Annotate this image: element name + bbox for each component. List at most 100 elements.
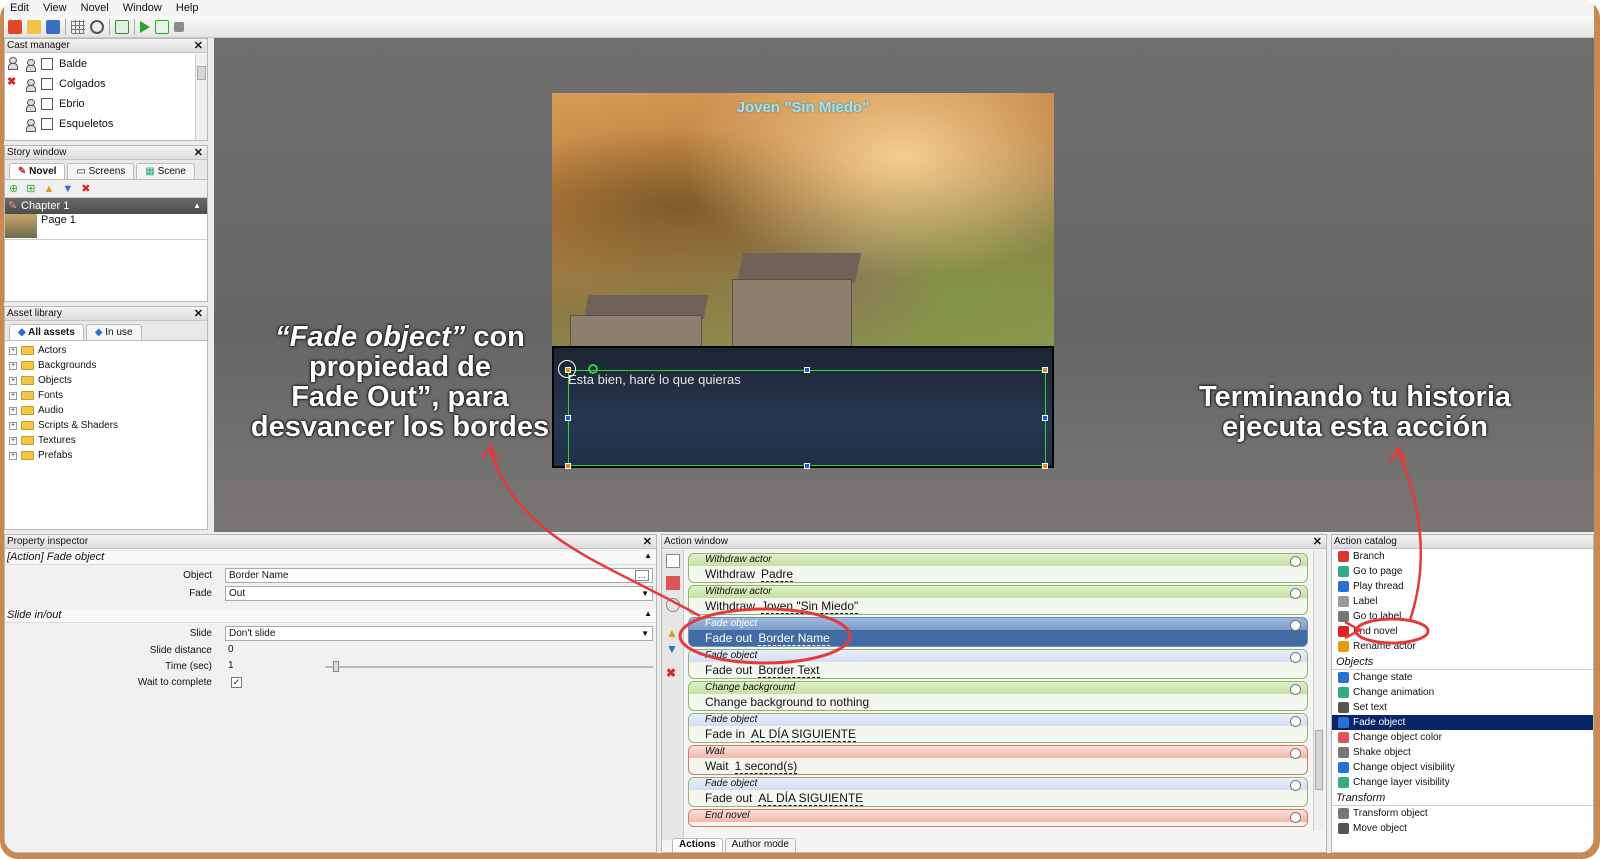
move-down-icon[interactable]: ▼ (666, 642, 680, 656)
action-target[interactable]: 1 second(s) (734, 759, 798, 774)
page-icon[interactable] (115, 19, 129, 34)
action-item[interactable]: Fade object Fade out AL DÍA SIGUIENTE (688, 777, 1308, 807)
catalog-item[interactable]: Label (1332, 594, 1593, 609)
object-field[interactable]: Border Name… (225, 568, 653, 583)
grid-icon[interactable] (71, 19, 85, 34)
close-icon[interactable]: ✕ (1313, 535, 1322, 549)
clock-icon[interactable] (1290, 652, 1301, 663)
catalog-item[interactable]: Set text (1332, 700, 1593, 715)
expand-icon[interactable]: + (9, 391, 17, 400)
chevron-down-icon[interactable]: ▼ (641, 627, 649, 640)
scene-view[interactable]: Joven "Sin Miedo" Esta bien, haré lo que… (214, 38, 1594, 532)
time-input[interactable]: 1 (225, 659, 315, 674)
tab-scene[interactable]: ▦ Scene (136, 163, 195, 179)
checkbox[interactable] (41, 98, 53, 110)
expand-icon[interactable]: + (9, 376, 17, 385)
remove-icon[interactable] (666, 576, 680, 590)
action-item[interactable]: Change background Change background to no… (688, 681, 1308, 711)
clock-icon[interactable] (1290, 556, 1301, 567)
slide-distance-input[interactable]: 0 (225, 643, 653, 658)
scrollbar-thumb[interactable] (197, 66, 206, 80)
list-item[interactable]: Colgados (5, 74, 195, 94)
slide-select[interactable]: Don't slide ▼ (225, 626, 653, 641)
move-up-icon[interactable]: ▲ (43, 183, 54, 195)
rotate-handle[interactable] (588, 364, 598, 374)
delete-icon[interactable]: ✖ (666, 666, 680, 680)
move-down-icon[interactable]: ▼ (62, 183, 73, 195)
catalog-item[interactable]: End novel (1332, 624, 1593, 639)
catalog-item[interactable]: Rename actor (1332, 639, 1593, 654)
catalog-item[interactable]: Branch (1332, 549, 1593, 564)
menu-edit[interactable]: Edit (10, 2, 29, 14)
clock-icon[interactable] (1290, 588, 1301, 599)
clock-icon[interactable] (1290, 620, 1301, 631)
tab-in-use[interactable]: ◆ In use (85, 324, 142, 340)
list-item[interactable]: Esqueletos (5, 114, 195, 134)
expand-icon[interactable]: + (9, 451, 17, 460)
action-target[interactable]: Joven "Sin Miedo" (761, 599, 859, 614)
insert-icon[interactable] (666, 554, 680, 568)
tree-node-prefabs[interactable]: + Prefabs (5, 448, 207, 463)
tree-node-textures[interactable]: + Textures (5, 433, 207, 448)
action-target[interactable]: Padre (761, 567, 794, 582)
wait-checkbox[interactable]: ✓ (231, 677, 242, 688)
action-target[interactable]: AL DÍA SIGUIENTE (758, 791, 864, 806)
view-icon[interactable] (666, 598, 680, 612)
page-item[interactable]: Page 1 (5, 214, 207, 240)
resize-handle[interactable] (804, 367, 810, 373)
add-page-icon[interactable]: ⊞ (26, 182, 35, 195)
clock-icon[interactable] (1290, 780, 1301, 791)
catalog-item[interactable]: Go to label (1332, 609, 1593, 624)
action-target[interactable]: AL DÍA SIGUIENTE (751, 727, 856, 742)
action-item[interactable]: Wait Wait 1 second(s) (688, 745, 1308, 775)
chapter-header[interactable]: ✎ Chapter 1 ▲ (5, 198, 207, 214)
list-item[interactable]: Balde (5, 54, 195, 74)
close-icon[interactable]: ✕ (194, 39, 203, 53)
menu-help[interactable]: Help (176, 2, 199, 14)
menu-view[interactable]: View (43, 2, 67, 14)
menu-novel[interactable]: Novel (81, 2, 109, 14)
list-item[interactable]: Ebrio (5, 94, 195, 114)
play-icon[interactable] (140, 20, 150, 33)
clock-icon[interactable] (1290, 812, 1301, 823)
action-target[interactable]: Border Text (758, 663, 820, 678)
checkbox[interactable] (41, 118, 53, 130)
scrollbar[interactable] (1313, 550, 1324, 830)
collapse-icon[interactable]: ▲ (193, 198, 201, 214)
collapse-icon[interactable]: ▲ (644, 551, 652, 560)
catalog-item[interactable]: Move object (1332, 821, 1593, 836)
time-slider-track[interactable] (325, 666, 653, 668)
resize-handle[interactable] (1042, 463, 1048, 469)
catalog-item[interactable]: Shake object (1332, 745, 1593, 760)
add-chapter-icon[interactable]: ⊕ (9, 182, 18, 195)
resize-handle[interactable] (1042, 415, 1048, 421)
action-item[interactable]: End novel (688, 809, 1308, 827)
tree-node-scripts[interactable]: + Scripts & Shaders (5, 418, 207, 433)
tab-screens[interactable]: ▭ Screens (67, 163, 135, 179)
tab-author-mode[interactable]: Author mode (724, 838, 796, 852)
delete-icon[interactable]: ✖ (81, 182, 90, 195)
catalog-item[interactable]: Change object visibility (1332, 760, 1593, 775)
catalog-item[interactable]: Fade object (1332, 715, 1593, 730)
checkbox[interactable] (41, 78, 53, 90)
new-icon[interactable] (8, 19, 22, 34)
catalog-item[interactable]: Transform object (1332, 806, 1593, 821)
catalog-item[interactable]: Change object color (1332, 730, 1593, 745)
collapse-icon[interactable]: ▲ (644, 609, 652, 618)
close-icon[interactable]: ✕ (194, 146, 203, 160)
scrollbar-thumb[interactable] (1315, 730, 1323, 790)
pivot-icon[interactable] (558, 360, 576, 378)
checkbox[interactable] (41, 58, 53, 70)
menu-window[interactable]: Window (123, 2, 162, 14)
expand-icon[interactable]: + (9, 436, 17, 445)
dialog-box[interactable]: Esta bien, haré lo que quieras (552, 346, 1054, 469)
action-item[interactable]: Withdraw actor Withdraw Joven "Sin Miedo" (688, 585, 1308, 615)
resize-handle[interactable] (565, 415, 571, 421)
play-from-here-icon[interactable] (155, 19, 169, 34)
browse-icon[interactable]: … (635, 570, 649, 581)
expand-icon[interactable]: + (9, 421, 17, 430)
save-icon[interactable] (46, 19, 60, 34)
resize-handle[interactable] (565, 463, 571, 469)
action-item[interactable]: Fade object Fade in AL DÍA SIGUIENTE (688, 713, 1308, 743)
zoom-icon[interactable] (90, 19, 104, 34)
